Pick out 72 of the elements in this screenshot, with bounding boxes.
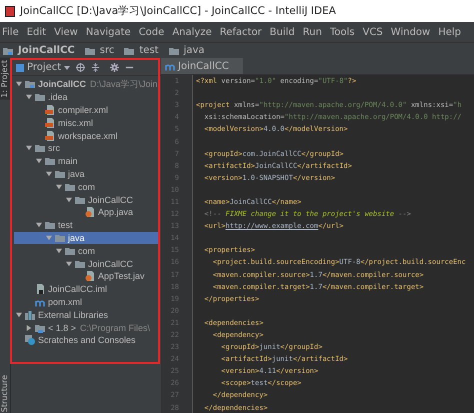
menu-item[interactable]: Window xyxy=(390,26,430,38)
target-icon[interactable] xyxy=(76,63,86,72)
editor-tab[interactable]: JoinCallCC xyxy=(161,58,243,74)
tree-item[interactable]: JoinCallCC xyxy=(14,257,158,270)
tree-item[interactable]: com xyxy=(14,180,158,194)
breadcrumb-item[interactable]: java xyxy=(184,45,205,56)
folder-icon xyxy=(75,194,85,205)
module-file-icon xyxy=(35,284,45,294)
menu-item[interactable]: Tools xyxy=(330,26,355,38)
xml-file-icon xyxy=(45,104,55,115)
tree-item[interactable]: AppTest.jav xyxy=(14,270,158,283)
folder-icon xyxy=(124,46,134,56)
breadcrumb-item[interactable]: JoinCallCC xyxy=(18,45,75,56)
menu-item[interactable]: Code xyxy=(138,26,164,38)
tool-window-tab[interactable]: 1: Project xyxy=(0,58,10,100)
app-logo-icon xyxy=(5,6,15,16)
folder-icon xyxy=(35,143,45,154)
tree-item[interactable]: workspace.xml xyxy=(14,129,158,142)
menu-item[interactable]: View xyxy=(54,26,78,38)
menu-item[interactable]: Run xyxy=(302,26,322,38)
tree-item[interactable]: .idea xyxy=(14,90,158,104)
folder-icon xyxy=(45,156,55,166)
menu-item[interactable]: VCS xyxy=(362,26,383,38)
breadcrumb-item[interactable]: test xyxy=(139,45,159,56)
tree-item[interactable]: JoinCallCC.iml xyxy=(14,282,158,296)
tree-item[interactable]: JoinCallCC D:\Java学习\Join xyxy=(14,78,158,91)
folder-icon xyxy=(65,182,75,192)
tree-item[interactable]: test xyxy=(14,218,158,232)
menu-item[interactable]: Analyze xyxy=(172,26,212,38)
folder-icon xyxy=(35,322,45,333)
tree-item[interactable]: misc.xml xyxy=(14,116,158,130)
tree-item[interactable]: src xyxy=(14,142,158,155)
java-file-icon xyxy=(85,207,95,218)
folder-icon xyxy=(35,92,45,102)
folder-icon xyxy=(55,168,65,179)
menu-item[interactable]: Edit xyxy=(26,26,46,38)
xml-file-icon xyxy=(45,130,55,141)
menu-item[interactable]: Build xyxy=(270,26,295,38)
xml-file-icon xyxy=(45,118,55,128)
scratches-icon xyxy=(25,335,35,346)
tree-item[interactable]: main xyxy=(14,154,158,168)
tree-item[interactable]: App.java xyxy=(14,206,158,219)
tool-window-tab[interactable]: Structure xyxy=(0,372,10,413)
tree-item[interactable]: java xyxy=(14,168,158,180)
java-file-icon xyxy=(85,271,95,282)
folder-icon xyxy=(84,46,95,56)
folder-icon xyxy=(75,258,85,269)
tree-item[interactable]: compiler.xml xyxy=(14,104,158,116)
folder-icon xyxy=(168,46,179,56)
menu-item[interactable]: File xyxy=(2,26,19,38)
collapse-icon[interactable] xyxy=(91,63,100,72)
settings-icon[interactable] xyxy=(110,63,120,72)
folder-icon xyxy=(3,46,13,56)
folder-icon xyxy=(25,79,35,90)
library-icon xyxy=(25,310,35,320)
tree-item[interactable]: pom.xml xyxy=(14,296,158,308)
tree-item[interactable]: Scratches and Consoles xyxy=(14,334,158,347)
tree-item[interactable]: < 1.8 > C:\Program Files\ xyxy=(14,321,158,334)
menu-item[interactable]: Navigate xyxy=(86,26,131,38)
folder-icon xyxy=(65,246,75,256)
window-title: JoinCallCC [D:\Java学习\JoinCallCC] - JoinCallCC - IntelliJ IDEA xyxy=(20,4,336,18)
tree-item[interactable]: JoinCallCC xyxy=(14,193,158,206)
project-view-dropdown[interactable]: Project xyxy=(16,62,70,73)
folder-icon xyxy=(55,232,65,243)
tree-item[interactable]: com xyxy=(14,244,158,258)
tree-item[interactable]: External Libraries xyxy=(14,308,158,322)
caret-icon xyxy=(64,66,70,70)
breadcrumb-item[interactable]: src xyxy=(100,45,114,56)
menu-item[interactable]: Help xyxy=(438,26,462,38)
menu-item[interactable]: Refactor xyxy=(220,26,262,38)
folder-icon xyxy=(45,220,55,230)
tree-item[interactable]: java xyxy=(14,232,158,244)
